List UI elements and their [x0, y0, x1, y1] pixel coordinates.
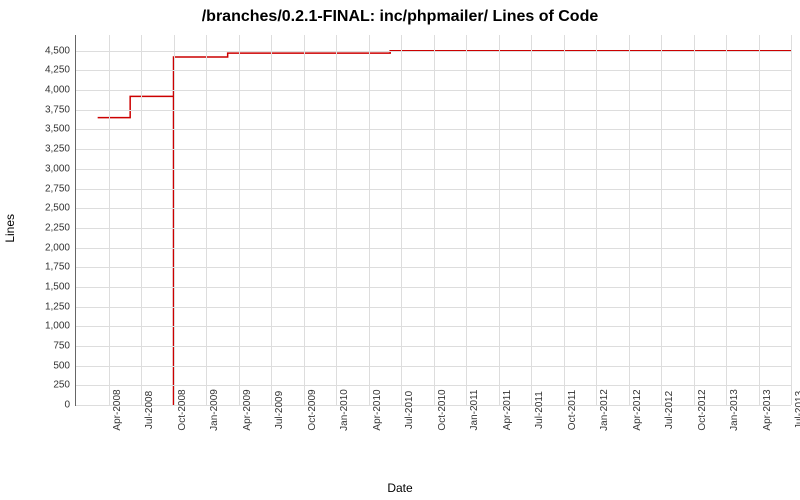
y-tick-label: 4,250: [20, 65, 70, 76]
grid-line-v: [791, 35, 792, 405]
y-tick-label: 3,250: [20, 144, 70, 155]
grid-line-v: [694, 35, 695, 405]
y-tick-label: 4,500: [20, 45, 70, 56]
grid-line-v: [174, 35, 175, 405]
x-tick-label: Apr-2013: [762, 389, 773, 430]
x-tick-label: Jul-2012: [664, 391, 675, 429]
x-tick-label: Jan-2009: [209, 389, 220, 431]
grid-line-v: [206, 35, 207, 405]
grid-line-v: [596, 35, 597, 405]
x-tick-label: Oct-2011: [567, 390, 578, 430]
grid-line-v: [141, 35, 142, 405]
y-tick-label: 750: [20, 340, 70, 351]
x-tick-label: Jan-2011: [469, 390, 480, 431]
y-tick-label: 1,250: [20, 301, 70, 312]
grid-line-v: [369, 35, 370, 405]
x-tick-label: Jan-2010: [339, 389, 350, 431]
y-tick-label: 3,500: [20, 124, 70, 135]
y-tick-label: 1,000: [20, 321, 70, 332]
y-tick-label: 3,750: [20, 104, 70, 115]
grid-line-v: [759, 35, 760, 405]
x-tick-label: Jul-2011: [534, 391, 545, 429]
grid-line-v: [531, 35, 532, 405]
y-tick-label: 1,500: [20, 281, 70, 292]
x-tick-label: Jul-2009: [274, 391, 285, 429]
grid-line-v: [629, 35, 630, 405]
grid-line-v: [564, 35, 565, 405]
grid-line-v: [661, 35, 662, 405]
grid-line-v: [336, 35, 337, 405]
chart-title: /branches/0.2.1-FINAL: inc/phpmailer/ Li…: [0, 8, 800, 26]
x-tick-label: Apr-2008: [112, 389, 123, 430]
x-tick-label: Apr-2012: [632, 389, 643, 430]
y-tick-label: 250: [20, 380, 70, 391]
x-axis-label: Date: [0, 481, 800, 495]
x-tick-label: Jan-2013: [729, 389, 740, 431]
grid-line-v: [109, 35, 110, 405]
x-tick-label: Oct-2010: [437, 389, 448, 430]
y-tick-label: 4,000: [20, 85, 70, 96]
y-tick-label: 2,750: [20, 183, 70, 194]
grid-line-v: [271, 35, 272, 405]
x-tick-label: Apr-2009: [242, 389, 253, 430]
chart-container: /branches/0.2.1-FINAL: inc/phpmailer/ Li…: [0, 0, 800, 500]
y-tick-label: 2,000: [20, 242, 70, 253]
x-tick-label: Jul-2010: [404, 391, 415, 429]
x-tick-label: Jul-2008: [144, 391, 155, 429]
grid-line-v: [239, 35, 240, 405]
y-tick-label: 0: [20, 400, 70, 411]
y-axis-label: Lines: [3, 214, 17, 243]
grid-line-v: [726, 35, 727, 405]
y-tick-label: 1,750: [20, 262, 70, 273]
grid-line-v: [304, 35, 305, 405]
y-tick-label: 3,000: [20, 163, 70, 174]
grid-line-v: [499, 35, 500, 405]
x-tick-label: Oct-2008: [177, 389, 188, 430]
y-tick-label: 2,500: [20, 203, 70, 214]
y-tick-label: 500: [20, 360, 70, 371]
plot-area: [75, 35, 791, 406]
x-tick-label: Oct-2012: [697, 389, 708, 430]
grid-line-v: [434, 35, 435, 405]
y-tick-label: 2,250: [20, 222, 70, 233]
x-tick-label: Apr-2010: [372, 389, 383, 430]
x-tick-label: Jul-2013: [794, 391, 800, 429]
x-tick-label: Oct-2009: [307, 389, 318, 430]
grid-line-v: [466, 35, 467, 405]
grid-line-v: [401, 35, 402, 405]
x-tick-label: Apr-2011: [502, 390, 513, 430]
x-tick-label: Jan-2012: [599, 389, 610, 431]
